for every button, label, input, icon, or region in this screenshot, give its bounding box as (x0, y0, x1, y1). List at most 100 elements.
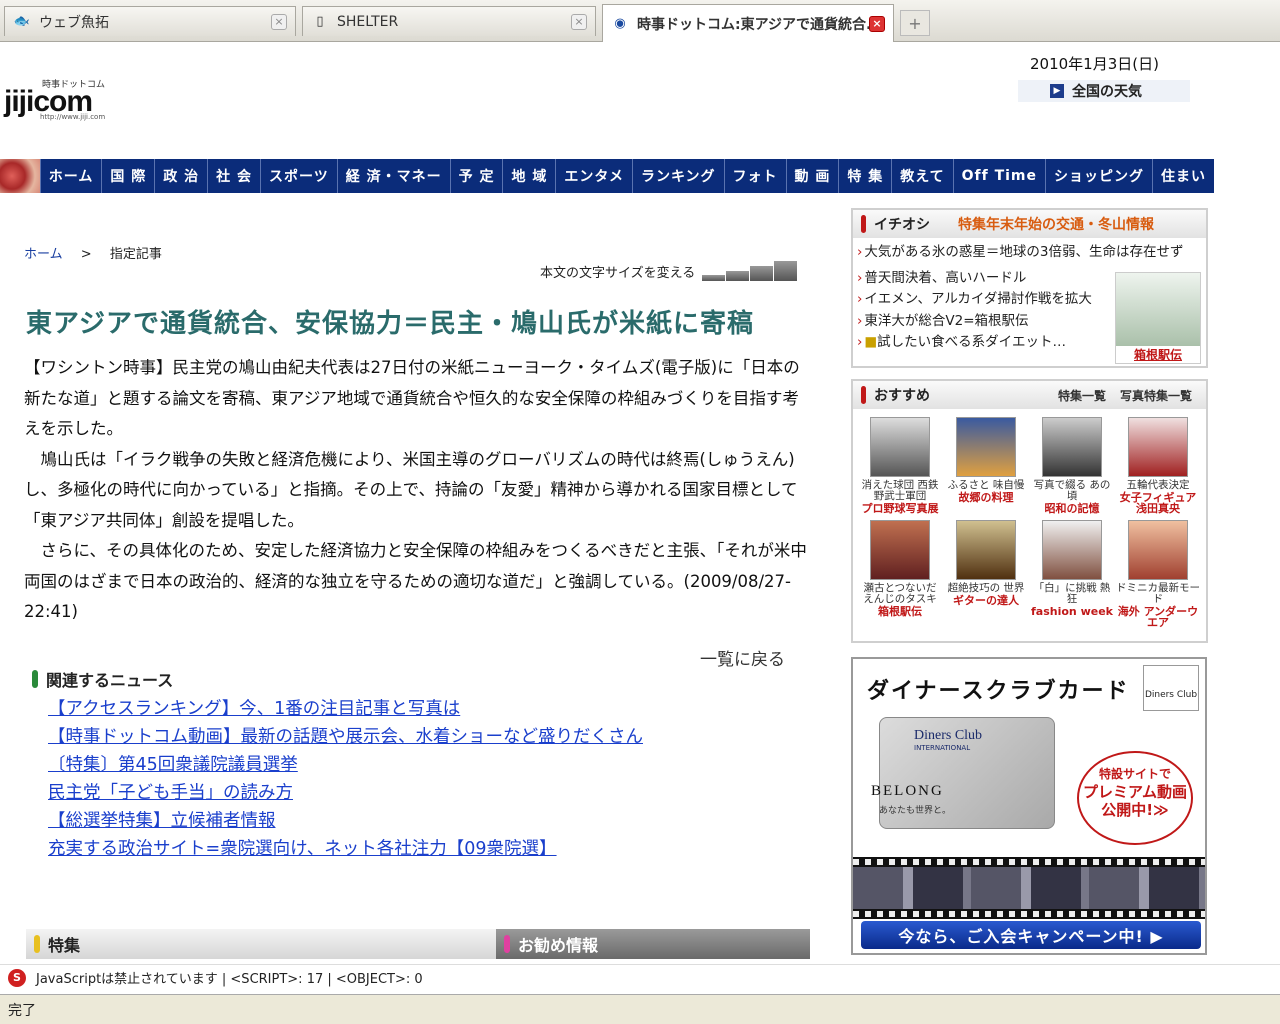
tab-label: お勧め情報 (518, 936, 599, 955)
osusume-thumbnail (1042, 417, 1102, 477)
font-size-large-button[interactable] (750, 266, 774, 281)
nav-item[interactable]: 政 治 (154, 159, 207, 193)
nav-item[interactable]: 教えて (891, 159, 952, 193)
font-size-medium-button[interactable] (726, 271, 750, 281)
osusume-title: 海外 アンダーウエア (1117, 605, 1199, 629)
osusume-title: ギターの達人 (953, 594, 1019, 607)
osusume-item[interactable]: 五輪代表決定 女子フィギュア 浅田真央 (1115, 417, 1201, 514)
nav-item[interactable]: スポーツ (260, 159, 337, 193)
font-size-small-button[interactable] (702, 275, 726, 281)
noscript-icon[interactable]: S (8, 968, 26, 987)
related-link[interactable]: 〔特集〕第45回衆議院議員選挙 (48, 751, 643, 779)
nav-item[interactable]: 国 際 (101, 159, 154, 193)
nav-item[interactable]: ショッピング (1045, 159, 1152, 193)
related-link[interactable]: 充実する政治サイト=衆院選向け、ネット各社注力【09衆院選】 (48, 835, 643, 863)
jiji-logo[interactable]: 時事ドットコム jijicom http://www.jiji.com (4, 73, 124, 123)
tab-tokushu[interactable]: 特集 (26, 929, 496, 959)
section-marker (32, 670, 38, 688)
date-display: 2010年1月3日(日) (1030, 55, 1159, 73)
close-icon[interactable]: × (869, 15, 885, 32)
main-nav: ホーム国 際政 治社 会スポーツ経 済・マネー予 定地 域エンタメ ランキング フォ… (0, 159, 1214, 193)
osusume-caption: 超絶技巧の 世界 (947, 582, 1025, 594)
nav-item[interactable]: ランキング (631, 159, 724, 193)
arrow-icon: › (857, 334, 863, 350)
card-brand-sub: INTERNATIONAL (914, 744, 971, 752)
related-news-label: 関連するニュース (46, 671, 174, 690)
campaign-button[interactable]: 今なら、ご入会キャンペーン中! ▶ (861, 921, 1201, 949)
nav-item[interactable]: 経 済・マネー (336, 159, 450, 193)
noscript-status-bar: S JavaScriptは禁止されています | <SCRIPT>: 17 | <… (0, 964, 1280, 990)
tab-shelter[interactable]: ▯ SHELTER × (302, 6, 596, 36)
nav-item[interactable]: エンタメ (555, 159, 632, 193)
section-marker (861, 215, 866, 233)
related-link[interactable]: 【時事ドットコム動画】最新の話題や展示会、水着ショーなど盛りだくさん (48, 723, 643, 751)
breadcrumb-home[interactable]: ホーム (24, 247, 63, 262)
feature-list-link[interactable]: 特集一覧 (1058, 387, 1106, 404)
article-paragraph: さらに、その具体化のため、安定した経済協力と安全保障の枠組みをつくるべきだと主張… (24, 541, 807, 621)
osusume-title: 故郷の料理 (958, 491, 1014, 504)
weather-link[interactable]: ▶ 全国の天気 (1018, 80, 1190, 102)
section-marker (34, 935, 40, 953)
back-to-list-link[interactable]: 一覧に戻る (700, 645, 785, 670)
nav-item[interactable]: フォト (723, 159, 786, 193)
nav-item[interactable]: 予 定 (449, 159, 503, 193)
badge-line: 特設サイトで (1098, 767, 1171, 781)
diners-club-ad[interactable]: ダイナースクラブカード Diners Club Diners Club INTE… (851, 657, 1207, 955)
photo-caption: 箱根駅伝 (1116, 346, 1200, 363)
nav-item[interactable]: 動 画 (785, 159, 839, 193)
tab-uefu-gyotaku[interactable]: 🐟 ウェブ魚拓 × (4, 6, 296, 36)
font-size-label: 本文の文字サイズを変える (540, 266, 696, 281)
osusume-item[interactable]: ドミニカ最新モード 海外 アンダーウエア (1115, 520, 1201, 628)
tab-jiji-active[interactable]: ◉ 時事ドットコム:東アジアで通貨統合... × (602, 4, 894, 42)
tab-label: 特集 (48, 936, 81, 955)
js-status-message: JavaScriptは禁止されています | <SCRIPT>: 17 | <OB… (36, 972, 423, 987)
nav-item[interactable]: 住まい (1152, 159, 1214, 193)
close-icon[interactable]: × (571, 13, 587, 30)
nav-item[interactable]: 特 集 (838, 159, 891, 193)
ichioshi-item-label: 普天間決着、高いハードル (864, 269, 1027, 286)
close-icon[interactable]: × (271, 13, 287, 30)
osusume-item[interactable]: ふるさと 味自慢 故郷の料理 (943, 417, 1029, 514)
diners-logo-text: Diners Club (1144, 690, 1198, 700)
tab-osusume-info[interactable]: お勧め情報 (496, 929, 810, 959)
nav-item[interactable]: 地 域 (502, 159, 555, 193)
osusume-thumbnail (1128, 520, 1188, 580)
osusume-title: プロ野球写真展 (861, 502, 939, 515)
font-size-xlarge-button[interactable] (774, 261, 798, 281)
osusume-item[interactable]: 超絶技巧の 世界 ギターの達人 (943, 520, 1029, 628)
breadcrumb-separator: > (80, 247, 92, 262)
article-paragraph: 鳩山氏は「イラク戦争の失敗と経済危機により、米国主導のグローバリズムの時代は終焉… (24, 449, 798, 530)
arrow-icon: › (857, 244, 863, 260)
page-content: 時事ドットコム jijicom http://www.jiji.com 2010… (0, 43, 1280, 963)
related-link[interactable]: 【アクセスランキング】今、1番の注目記事と写真は (48, 695, 643, 723)
jiji-favicon: ◉ (614, 16, 626, 31)
osusume-item[interactable]: 写真で綴る あの頃 昭和の記憶 (1029, 417, 1115, 514)
ichioshi-item-label: 大気がある氷の惑星＝地球の3倍弱、生命は存在せず (864, 244, 1184, 260)
photo-feature-list-link[interactable]: 写真特集一覧 (1120, 387, 1192, 404)
related-link[interactable]: 民主党「子ども手当」の読み方 (48, 779, 643, 807)
osusume-grid: 消えた球団 西鉄野武士軍団 プロ野球写真展 ふるさと 味自慢 故郷の料理 写真で綴る あ… (853, 409, 1206, 636)
osusume-item[interactable]: 「白」に挑戦 熱狂 fashion week (1029, 520, 1115, 628)
ichioshi-item[interactable]: › 大気がある氷の惑星＝地球の3倍弱、生命は存在せず (857, 242, 1202, 264)
new-tab-button[interactable]: + (900, 10, 930, 36)
related-link[interactable]: 【総選挙特集】立候補者情報 (48, 807, 643, 835)
osusume-item[interactable]: 消えた球団 西鉄野武士軍団 プロ野球写真展 (857, 417, 943, 514)
browser-tab-bar: 🐟 ウェブ魚拓 × ▯ SHELTER × ◉ 時事ドットコム:東アジアで通貨統… (0, 0, 1280, 42)
section-marker (504, 935, 510, 953)
ichioshi-header: イチオシ 特集年末年始の交通・冬山情報 (853, 210, 1206, 238)
osusume-thumbnail (1128, 417, 1188, 477)
ichioshi-feature-link[interactable]: 特集年末年始の交通・冬山情報 (958, 214, 1154, 234)
osusume-thumbnail (956, 417, 1016, 477)
nav-item[interactable]: ホーム (39, 159, 102, 193)
nav-item[interactable]: 社 会 (207, 159, 260, 193)
osusume-thumbnail (870, 417, 930, 477)
osusume-title: fashion week (1031, 605, 1113, 618)
breadcrumb: ホーム > 指定記事 (24, 243, 162, 262)
belong-subtext: あなたも世界と。 (879, 806, 952, 816)
hakone-ekiden-photo[interactable]: 箱根駅伝 (1115, 272, 1201, 364)
badge-line: 公開中!≫ (1101, 801, 1169, 819)
weather-label: 全国の天気 (1072, 84, 1142, 100)
ichioshi-label: イチオシ (874, 217, 930, 233)
nav-item[interactable]: Off Time (952, 159, 1045, 193)
osusume-item[interactable]: 瀬古とつないだ えんじのタスキ 箱根駅伝 (857, 520, 943, 628)
